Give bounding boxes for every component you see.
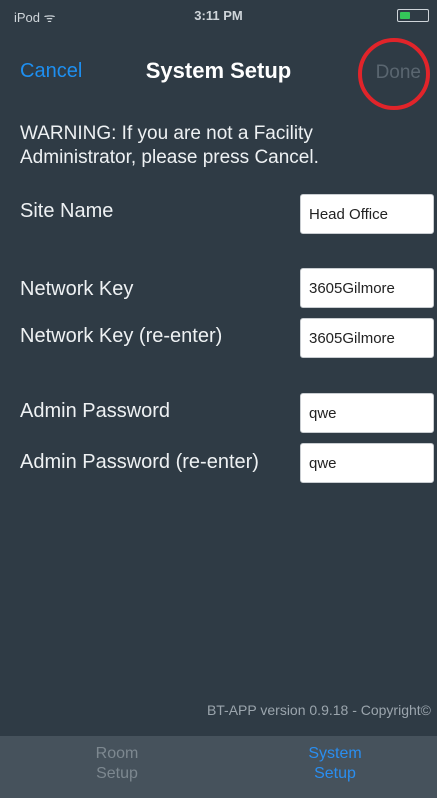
network-key-label: Network Key	[20, 278, 134, 300]
admin-password-reenter-label: Admin Password (re-enter)	[20, 451, 259, 473]
tab-bar: Room Setup System Setup	[0, 736, 437, 798]
version-copyright-text: BT-APP version 0.9.18 - Copyright©	[206, 702, 431, 718]
tab-system-setup-label: System Setup	[308, 745, 362, 782]
tab-room-setup-label: Room Setup	[95, 745, 139, 782]
tab-system-setup[interactable]: System Setup	[260, 744, 410, 784]
highlight-circle-annotation	[358, 38, 430, 110]
admin-password-label: Admin Password	[20, 400, 171, 422]
site-name-label: Site Name	[20, 200, 114, 222]
status-time: 3:11 PM	[194, 8, 243, 23]
network-key-field[interactable]: 3605Gilmore	[300, 268, 434, 308]
network-key-reenter-label: Network Key (re-enter)	[20, 325, 223, 347]
tab-room-setup[interactable]: Room Setup	[42, 744, 192, 784]
site-name-field[interactable]: Head Office	[300, 194, 434, 234]
status-bar: iPod ᯤ 3:11 PM	[0, 0, 437, 30]
admin-password-field[interactable]: qwe	[300, 393, 434, 433]
admin-warning-text: WARNING: If you are not a Facility Admin…	[20, 123, 319, 168]
admin-password-reenter-field[interactable]: qwe	[300, 443, 434, 483]
network-key-reenter-field[interactable]: 3605Gilmore	[300, 318, 434, 358]
battery-icon	[397, 9, 429, 22]
